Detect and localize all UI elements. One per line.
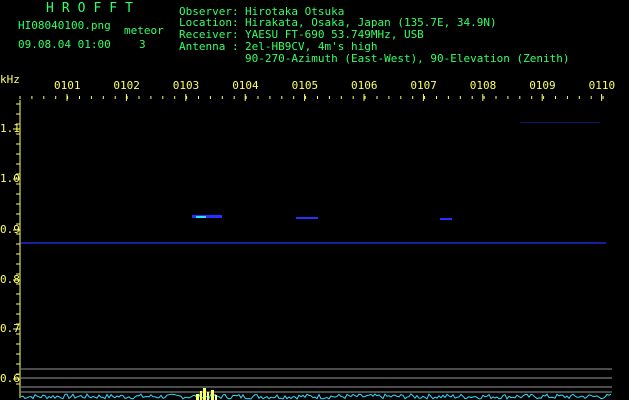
meteor-echo [296,217,318,219]
meteor-echo-core [196,216,206,218]
faint-streak [520,122,600,123]
meteor-echo [440,218,452,220]
signal-burst [211,390,214,400]
signal-burst [203,388,206,400]
signal-burst [207,392,209,400]
signal-burst [200,391,202,400]
noise-floor [20,393,612,400]
signal-burst [196,394,199,400]
spectrogram-plot [13,94,612,400]
signal-burst [215,395,217,400]
